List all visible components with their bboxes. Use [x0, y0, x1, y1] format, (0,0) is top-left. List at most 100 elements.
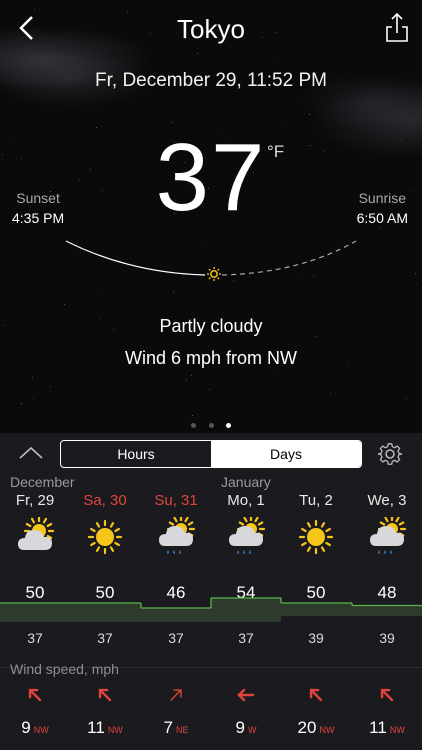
forecast-day[interactable]: Sa, 30: [70, 492, 140, 562]
wind-speed: 7 NE: [141, 718, 211, 738]
day-name: Fr, 29: [15, 492, 55, 509]
sunset-info: Sunset 4:35 PM: [12, 190, 64, 226]
star: [34, 9, 35, 10]
star: [50, 386, 51, 387]
page-dot[interactable]: [191, 423, 197, 428]
wind-speed-label: Wind speed, mph: [10, 661, 119, 677]
wind-direction-label: NW: [319, 725, 335, 735]
wind-speed: 9 NW: [0, 718, 70, 738]
wind-arrow: [352, 686, 422, 709]
wind-summary: Wind 6 mph from NW: [124, 348, 298, 368]
sunny-icon: [298, 519, 334, 555]
partly-cloudy-icon: [18, 515, 55, 550]
wind-speed: 9W: [211, 718, 281, 738]
forecast-day[interactable]: Su, 31: [141, 492, 211, 562]
wind-direction-label: NE: [175, 725, 189, 735]
temp-range-bar: [0, 602, 70, 622]
forecast-day[interactable]: We, 3: [352, 492, 422, 562]
temp-range-bar: [70, 602, 141, 622]
sunrise-info: Sunrise 6:50 AM: [357, 190, 408, 226]
wind-speed: 20 NW: [281, 718, 351, 738]
share-icon: [386, 12, 408, 42]
city-title: Tokyo: [177, 14, 245, 44]
low-temp: 37: [238, 630, 254, 646]
star: [309, 114, 310, 115]
low-temp: 37: [27, 630, 43, 646]
day-name: We, 3: [367, 492, 407, 509]
rain-icon: [229, 514, 266, 554]
temp-range-bar: [141, 607, 211, 622]
wind-speed-value: 20: [297, 718, 317, 737]
wind-direction-label: NW: [33, 725, 49, 735]
star: [21, 403, 22, 404]
temp-range-bar: [211, 598, 281, 622]
wind-speed-value: 7: [163, 718, 173, 737]
wind-direction-icon: [28, 688, 42, 702]
wind-speed-value: 11: [87, 718, 105, 737]
weather-condition: Partly cloudy: [159, 316, 263, 336]
tab-hours[interactable]: Hours: [61, 441, 211, 467]
wind-direction-icon: [170, 689, 182, 701]
page-indicator[interactable]: [0, 415, 422, 433]
wind-direction-label: NW: [107, 725, 123, 735]
page-dot[interactable]: [208, 423, 214, 428]
forecast-panel: Hours Days December January Fr, 29 50 37 Sa…: [0, 433, 422, 750]
wind-arrow: [281, 686, 351, 709]
wind-direction-icon: [237, 688, 255, 702]
star: [282, 120, 283, 121]
wind-direction-icon: [98, 688, 112, 702]
wind-direction-label: NW: [389, 725, 405, 735]
wind-direction-icon: [380, 688, 394, 702]
star: [376, 113, 377, 114]
day-name: Sa, 30: [83, 492, 127, 509]
sunrise-time: 6:50 AM: [356, 210, 408, 226]
sun-position-icon: [207, 267, 221, 281]
month-label: December: [10, 474, 75, 490]
star: [330, 393, 331, 394]
rain-icon: [370, 514, 407, 554]
day-name: Su, 31: [154, 492, 198, 509]
tab-days[interactable]: Days: [211, 441, 361, 467]
wind-direction-label: W: [247, 725, 257, 735]
current-datetime: Fr, December 29, 11:52 PM: [95, 70, 327, 91]
settings-button[interactable]: [376, 440, 404, 468]
star: [32, 377, 33, 378]
star: [172, 122, 173, 123]
chevron-up-icon: [19, 446, 43, 459]
wind-arrow: [211, 686, 281, 709]
wind-speed-value: 11: [369, 718, 387, 737]
wind-arrow: [70, 686, 140, 709]
hours-days-toggle[interactable]: Hours Days: [60, 440, 362, 468]
forecast-day[interactable]: Fr, 29: [0, 492, 70, 562]
temperature-bar-chart: [0, 597, 422, 622]
star: [127, 12, 128, 13]
collapse-button[interactable]: [18, 445, 44, 461]
gear-icon: [377, 443, 403, 465]
star: [64, 304, 65, 305]
low-temp: 39: [308, 630, 324, 646]
star: [186, 379, 187, 380]
wind-speed: 11 NW: [70, 718, 140, 738]
forecast-day[interactable]: Tu, 2: [281, 492, 351, 562]
star: [209, 389, 210, 390]
sunset-label: Sunset: [16, 190, 60, 206]
temp-range-bar: [281, 602, 352, 617]
low-temp: 39: [379, 630, 395, 646]
wind-speed-value: 9: [235, 718, 245, 737]
low-temp: 37: [168, 630, 184, 646]
star: [277, 373, 278, 374]
share-button[interactable]: [386, 12, 408, 42]
page-dot-active[interactable]: [225, 423, 231, 428]
sunny-icon: [87, 519, 123, 555]
wind-direction-icon: [309, 688, 323, 702]
star: [33, 398, 34, 399]
temp-range-bar: [352, 605, 422, 617]
sunset-time: 4:35 PM: [12, 210, 65, 226]
sun-path-arc: [65, 240, 357, 281]
wind-speed-value: 9: [21, 718, 31, 737]
forecast-day[interactable]: Mo, 1: [211, 492, 281, 562]
rain-icon: [159, 514, 196, 554]
star: [191, 375, 192, 376]
temperature-unit: °F: [267, 142, 285, 161]
star: [406, 398, 407, 399]
